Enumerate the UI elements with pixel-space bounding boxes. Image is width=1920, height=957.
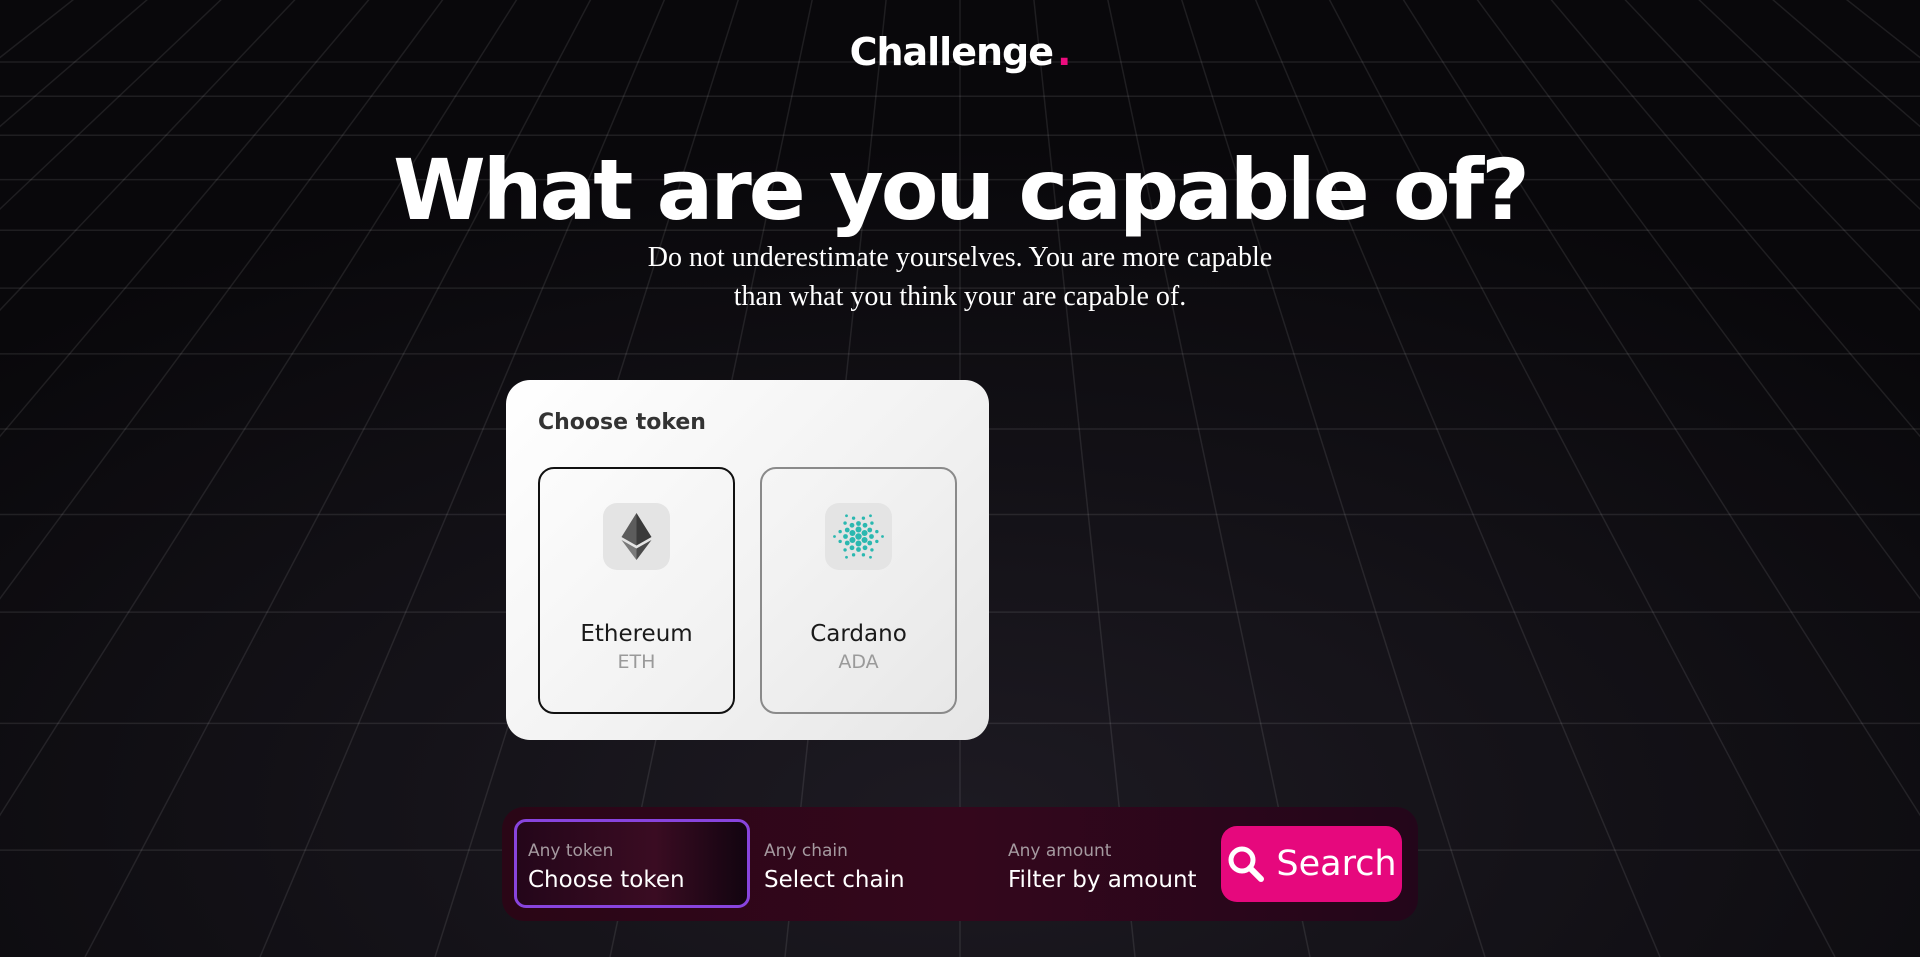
panel-heading: Choose token	[538, 410, 706, 435]
search-bar: Any token Choose token Any chain Select …	[502, 807, 1418, 921]
chain-filter-label: Any chain	[764, 841, 848, 861]
hero-subtitle: Do not underestimate yourselves. You are…	[560, 238, 1360, 316]
amount-filter-field[interactable]: Any amount Filter by amount	[995, 819, 1225, 908]
brand-logo[interactable]: Challenge.	[0, 30, 1920, 74]
brand-name: Challenge	[849, 30, 1054, 74]
hero-subtitle-line-2: than what you think your are capable of.	[733, 281, 1187, 312]
search-icon	[1226, 844, 1266, 884]
amount-filter-value: Filter by amount	[1008, 867, 1197, 893]
token-selector-panel: Choose token Ethereum ETH Cardano ADA	[506, 380, 989, 740]
token-filter-label: Any token	[528, 841, 614, 861]
token-symbol: ETH	[617, 651, 656, 673]
amount-filter-label: Any amount	[1008, 841, 1112, 861]
token-option-cardano[interactable]: Cardano ADA	[760, 467, 957, 714]
search-button[interactable]: Search	[1221, 826, 1402, 902]
token-symbol: ADA	[838, 651, 879, 673]
hero-subtitle-line-1: Do not underestimate yourselves. You are…	[647, 242, 1273, 273]
chain-filter-value: Select chain	[764, 867, 905, 893]
brand-dot: .	[1057, 30, 1071, 74]
search-button-label: Search	[1276, 844, 1397, 884]
token-filter-field[interactable]: Any token Choose token	[514, 819, 750, 908]
cardano-icon	[825, 503, 892, 570]
hero-title: What are you capable of?	[393, 141, 1530, 239]
token-filter-value: Choose token	[528, 867, 685, 893]
token-name: Ethereum	[580, 621, 693, 647]
ethereum-icon	[603, 503, 670, 570]
token-option-ethereum[interactable]: Ethereum ETH	[538, 467, 735, 714]
token-name: Cardano	[810, 621, 907, 647]
chain-filter-field[interactable]: Any chain Select chain	[751, 819, 981, 908]
